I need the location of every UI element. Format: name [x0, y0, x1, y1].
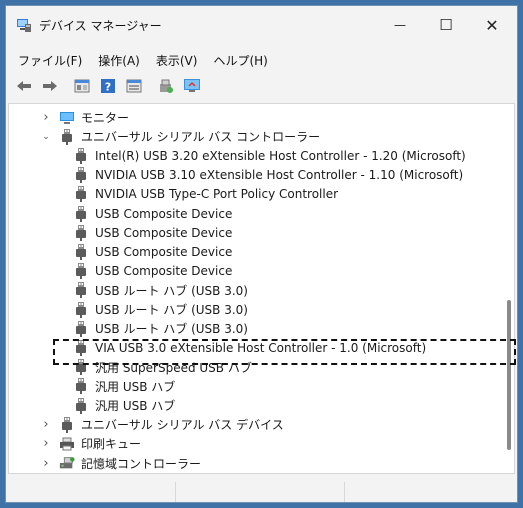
maximize-button[interactable]: ☐	[423, 6, 469, 44]
minimize-button[interactable]: —	[377, 6, 423, 44]
device-manager-window: デバイス マネージャー — ☐ ✕ ファイル(F) 操作(A) 表示(V) ヘル…	[5, 5, 518, 503]
tree-device-row[interactable]: 汎用 USB ハブ	[73, 377, 175, 396]
status-cell-3	[345, 482, 515, 502]
tree-device-row[interactable]: USB Composite Device	[73, 204, 232, 223]
storage-controller-icon	[59, 455, 75, 471]
tree-category-row[interactable]: › 記憶域コントローラー	[41, 454, 201, 473]
scan-hardware-button[interactable]	[156, 77, 176, 95]
maximize-icon: ☐	[439, 16, 453, 34]
tree-item-label: USB ルート ハブ (USB 3.0)	[95, 303, 248, 317]
usb-plug-icon	[73, 186, 89, 203]
title-bar[interactable]: デバイス マネージャー — ☐ ✕	[6, 6, 517, 44]
usb-plug-icon	[73, 147, 89, 164]
tree-category-row[interactable]: › ユニバーサル シリアル バス デバイス	[41, 415, 284, 434]
tree-item-label: モニター	[81, 111, 130, 125]
usb-plug-icon	[73, 282, 89, 299]
device-manager-app-icon	[17, 19, 31, 32]
tree-category-row[interactable]: › モニター	[41, 108, 129, 127]
toolbar: ?	[6, 74, 517, 98]
chevron-right-icon[interactable]: ›	[41, 456, 51, 471]
usb-plug-icon	[73, 301, 89, 318]
tree-device-row[interactable]: Intel(R) USB 3.20 eXtensible Host Contro…	[73, 146, 466, 165]
tree-item-label: NVIDIA USB 3.10 eXtensible Host Controll…	[95, 168, 464, 183]
menu-bar: ファイル(F) 操作(A) 表示(V) ヘルプ(H)	[6, 50, 276, 72]
status-cell-1	[8, 482, 177, 502]
usb-plug-icon	[73, 167, 89, 184]
tree-device-row[interactable]: USB ルート ハブ (USB 3.0)	[73, 319, 248, 338]
forward-button[interactable]	[40, 77, 60, 95]
usb-plug-icon	[73, 378, 89, 395]
tree-device-row[interactable]: 汎用 USB ハブ	[73, 396, 175, 415]
back-button[interactable]	[14, 77, 34, 95]
tree-category-row[interactable]: ⌄ ユニバーサル シリアル バス コントローラー	[41, 127, 320, 146]
tree-item-label: USB Composite Device	[95, 225, 233, 240]
minimize-icon: —	[394, 18, 406, 32]
back-arrow-icon	[17, 81, 31, 91]
usb-plug-icon	[73, 397, 89, 414]
properties-button[interactable]	[72, 77, 92, 95]
chevron-right-icon[interactable]: ›	[41, 110, 51, 125]
tree-device-row[interactable]: USB Composite Device	[73, 262, 232, 281]
tree-item-label: 汎用 USB ハブ	[95, 399, 176, 413]
tree-item-label: ユニバーサル シリアル バス コントローラー	[81, 130, 321, 145]
scan-hardware-icon	[160, 79, 173, 93]
view-icon	[126, 79, 142, 93]
usb-plug-icon	[73, 224, 89, 241]
menu-view[interactable]: 表示(V)	[148, 50, 206, 72]
tree-device-row[interactable]: USB Composite Device	[73, 242, 232, 261]
close-icon: ✕	[485, 15, 499, 35]
tree-item-label: 印刷キュー	[81, 437, 142, 452]
monitor-icon	[184, 79, 200, 92]
tree-item-label: NVIDIA USB Type-C Port Policy Controller	[95, 187, 339, 202]
chevron-right-icon[interactable]: ›	[41, 417, 51, 432]
tree-item-label: 汎用 USB ハブ	[95, 379, 176, 394]
tree-device-row[interactable]: USB ルート ハブ (USB 3.0)	[73, 300, 248, 319]
menu-action[interactable]: 操作(A)	[90, 50, 148, 72]
forward-arrow-icon	[43, 81, 57, 91]
status-cell-2	[176, 482, 345, 502]
usb-plug-icon	[73, 320, 89, 337]
tree-device-row[interactable]: USB Composite Device	[73, 223, 232, 242]
usb-plug-icon	[73, 263, 89, 280]
scrollbar-thumb[interactable]	[507, 300, 511, 450]
vertical-scrollbar[interactable]	[507, 108, 511, 468]
menu-file[interactable]: ファイル(F)	[6, 50, 90, 72]
selected-row-highlight	[53, 339, 516, 365]
window-title: デバイス マネージャー	[39, 19, 162, 33]
usb-plug-icon	[59, 128, 75, 145]
printer-icon	[59, 436, 75, 452]
help-icon: ?	[101, 79, 115, 94]
tree-item-label: USB ルート ハブ (USB 3.0)	[95, 322, 248, 337]
tree-item-label: USB Composite Device	[95, 264, 233, 279]
tree-item-label: 記憶域コントローラー	[81, 456, 202, 471]
tree-item-label: USB Composite Device	[95, 206, 233, 221]
properties-icon	[74, 79, 90, 93]
svg-text:?: ?	[105, 81, 111, 94]
menu-help[interactable]: ヘルプ(H)	[205, 50, 275, 72]
tree-item-label: USB Composite Device	[95, 244, 233, 259]
tree-device-row[interactable]: NVIDIA USB 3.10 eXtensible Host Controll…	[73, 166, 463, 185]
usb-plug-icon	[73, 205, 89, 222]
chevron-down-icon[interactable]: ⌄	[41, 132, 51, 142]
chevron-right-icon[interactable]: ›	[41, 436, 51, 451]
tree-item-label: USB ルート ハブ (USB 3.0)	[95, 283, 248, 298]
monitor-icon	[59, 110, 75, 126]
help-button[interactable]: ?	[98, 77, 118, 95]
tree-device-row[interactable]: NVIDIA USB Type-C Port Policy Controller	[73, 185, 338, 204]
close-button[interactable]: ✕	[469, 6, 515, 44]
tree-device-row[interactable]: USB ルート ハブ (USB 3.0)	[73, 281, 248, 300]
tree-category-row[interactable]: › 印刷キュー	[41, 434, 141, 453]
tree-item-label: Intel(R) USB 3.20 eXtensible Host Contro…	[95, 148, 466, 163]
device-tree[interactable]: › モニター ⌄ ユニバーサル シリアル バス コントローラー Intel(R) USB…	[8, 103, 515, 474]
usb-plug-icon	[73, 243, 89, 260]
monitor-button[interactable]	[182, 77, 202, 95]
tree-item-label: ユニバーサル シリアル バス デバイス	[81, 418, 284, 433]
view-button[interactable]	[124, 77, 144, 95]
status-bar	[8, 482, 515, 502]
usb-plug-icon	[59, 416, 75, 433]
